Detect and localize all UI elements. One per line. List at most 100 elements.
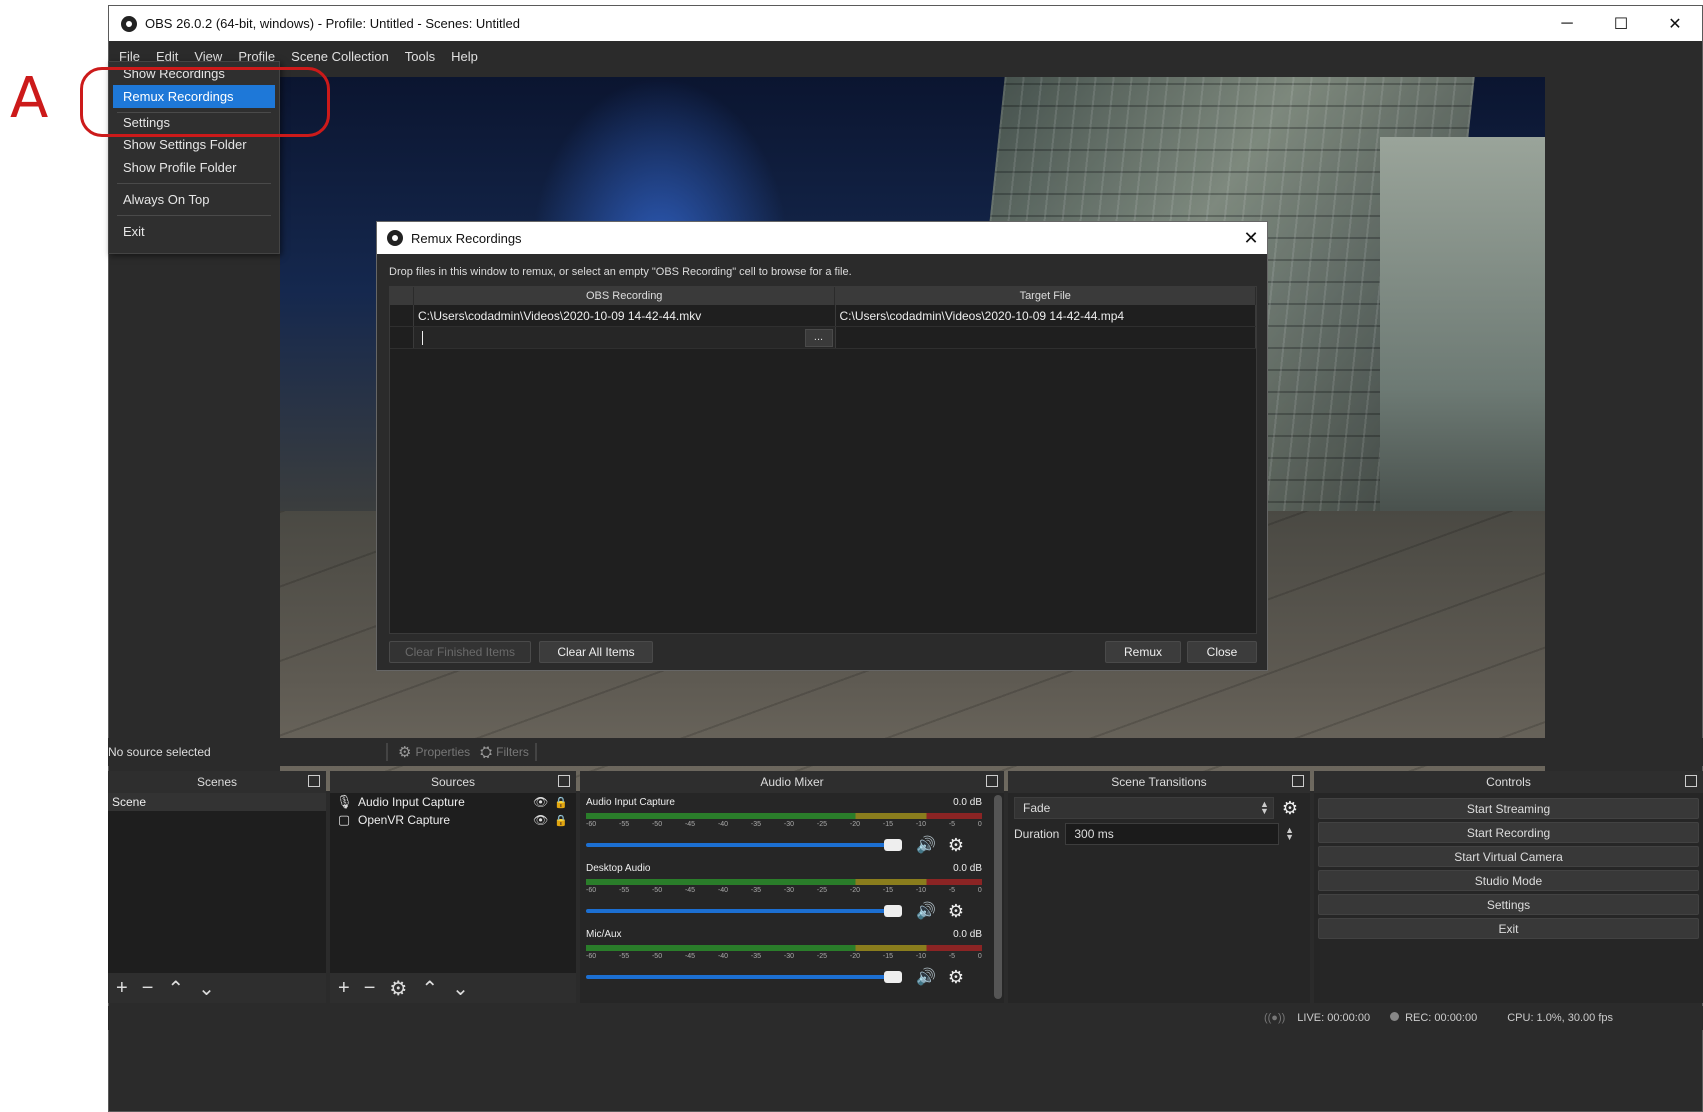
- window-icon: ▢: [337, 812, 351, 827]
- filter-icon: ⛭: [480, 743, 493, 761]
- minimize-button[interactable]: ─: [1540, 6, 1594, 41]
- move-down-icon[interactable]: ⌄: [452, 976, 469, 1001]
- gear-icon[interactable]: ⚙: [948, 835, 964, 856]
- menu-help[interactable]: Help: [443, 49, 486, 64]
- row-status-cell: [390, 305, 414, 326]
- scenes-title: Scenes: [196, 775, 238, 789]
- scene-item[interactable]: Scene: [108, 793, 326, 811]
- volume-slider[interactable]: [586, 905, 902, 917]
- undock-icon[interactable]: [308, 775, 320, 787]
- meter-tick-label: -20: [849, 887, 860, 894]
- gear-icon[interactable]: ⚙: [948, 967, 964, 988]
- source-item[interactable]: ▢ OpenVR Capture 👁 🔒: [330, 811, 576, 829]
- meter-tick-label: -25: [816, 887, 828, 894]
- start-recording-button[interactable]: Start Recording: [1318, 822, 1699, 843]
- add-icon[interactable]: +: [338, 977, 350, 1000]
- undock-icon[interactable]: [1685, 775, 1697, 787]
- menu-item-exit[interactable]: Exit: [109, 220, 279, 243]
- dialog-close-button[interactable]: Close: [1187, 641, 1257, 663]
- browse-button[interactable]: ...: [804, 329, 833, 347]
- volume-slider-handle[interactable]: [884, 905, 902, 917]
- transitions-body: Fade ▲ ▼ ⚙ Duration 300 ms ▲ ▼: [1008, 793, 1310, 1003]
- properties-button[interactable]: ⚙ Properties: [398, 743, 470, 761]
- filters-label: Filters: [496, 745, 529, 759]
- transition-selected-value: Fade: [1023, 801, 1051, 815]
- undock-icon[interactable]: [986, 775, 998, 787]
- menu-tools[interactable]: Tools: [397, 49, 443, 64]
- cell-obs-recording[interactable]: C:\Users\codadmin\Videos\2020-10-09 14-4…: [414, 305, 836, 326]
- speaker-icon[interactable]: 🔊: [916, 835, 936, 855]
- mixer-scrollbar[interactable]: [994, 795, 1002, 999]
- menu-item-show-profile-folder[interactable]: Show Profile Folder: [109, 156, 279, 179]
- meter-ticks: -60 -55 -50 -45 -40 -35 -30 -25 -20 -15 -10 -5 0: [586, 821, 982, 831]
- volume-slider-handle[interactable]: [884, 839, 902, 851]
- speaker-icon[interactable]: 🔊: [916, 967, 936, 987]
- settings-button[interactable]: Settings: [1318, 894, 1699, 915]
- meter-tick-label: -40: [717, 887, 729, 894]
- start-virtual-camera-button[interactable]: Start Virtual Camera: [1318, 846, 1699, 867]
- meter-tick-label: -5: [948, 821, 956, 828]
- move-up-icon[interactable]: ⌃: [167, 976, 184, 1001]
- clear-finished-items-button[interactable]: Clear Finished Items: [389, 641, 531, 663]
- table-row-empty[interactable]: ...: [390, 327, 1257, 349]
- audio-mixer-dock: Audio Mixer Audio Input Capture 0.0 dB -6…: [580, 771, 1004, 1003]
- meter-tick-label: -50: [651, 953, 663, 960]
- gear-icon[interactable]: ⚙: [1282, 798, 1298, 819]
- clear-all-items-button[interactable]: Clear All Items: [539, 641, 653, 663]
- source-item[interactable]: 🎙 Audio Input Capture 👁 🔒: [330, 793, 576, 811]
- remux-hint-text: Drop files in this window to remux, or s…: [389, 266, 852, 278]
- remove-icon[interactable]: −: [142, 977, 154, 1000]
- source-name: OpenVR Capture: [358, 813, 451, 827]
- transitions-dock-header: Scene Transitions: [1008, 771, 1310, 793]
- add-icon[interactable]: +: [116, 977, 128, 1000]
- controls-dock: Controls Start Streaming Start Recording…: [1314, 771, 1703, 1003]
- menu-separator: [117, 215, 271, 216]
- remux-button[interactable]: Remux: [1105, 641, 1181, 663]
- no-source-label: No source selected: [108, 745, 211, 759]
- controls-body: Start Streaming Start Recording Start Vi…: [1314, 793, 1703, 1003]
- close-button[interactable]: ✕: [1648, 6, 1702, 41]
- menu-scene-collection[interactable]: Scene Collection: [283, 49, 397, 64]
- volume-slider-handle[interactable]: [884, 971, 902, 983]
- lock-icon[interactable]: 🔒: [554, 814, 568, 827]
- mixer-title: Audio Mixer: [760, 775, 824, 789]
- table-row[interactable]: C:\Users\codadmin\Videos\2020-10-09 14-4…: [390, 305, 1257, 327]
- mixer-channel: Mic/Aux 0.0 dB -60 -55 -50 -45 -40 -35 -30 -25 -2…: [586, 929, 982, 991]
- duration-spinner-icon[interactable]: ▲ ▼: [1285, 826, 1294, 842]
- visibility-eye-icon[interactable]: 👁: [533, 813, 548, 827]
- header-target-file: Target File: [835, 287, 1256, 305]
- undock-icon[interactable]: [558, 775, 570, 787]
- undock-icon[interactable]: [1292, 775, 1304, 787]
- cell-obs-recording-editor[interactable]: ...: [413, 327, 836, 348]
- remux-dialog-close-icon[interactable]: ✕: [1235, 228, 1267, 249]
- move-up-icon[interactable]: ⌃: [421, 976, 438, 1001]
- channel-name: Audio Input Capture: [586, 797, 675, 808]
- cell-target-file[interactable]: C:\Users\codadmin\Videos\2020-10-09 14-4…: [836, 305, 1257, 326]
- gear-icon[interactable]: ⚙: [948, 901, 964, 922]
- scenes-dock-header: Scenes: [108, 771, 326, 793]
- meter-tick-label: -45: [684, 887, 696, 894]
- maximize-button[interactable]: ☐: [1594, 6, 1648, 41]
- studio-mode-button[interactable]: Studio Mode: [1318, 870, 1699, 891]
- scenes-dock: Scenes Scene + − ⌃ ⌄: [108, 771, 326, 1003]
- volume-slider[interactable]: [586, 971, 902, 983]
- volume-slider[interactable]: [586, 839, 902, 851]
- duration-input[interactable]: 300 ms: [1065, 823, 1280, 845]
- move-down-icon[interactable]: ⌄: [198, 976, 215, 1001]
- controls-dock-header: Controls: [1314, 771, 1703, 793]
- mixer-dock-header: Audio Mixer: [580, 771, 1004, 793]
- lock-icon[interactable]: 🔒: [554, 796, 568, 809]
- start-streaming-button[interactable]: Start Streaming: [1318, 798, 1699, 819]
- meter-tick-label: -60: [586, 821, 597, 828]
- exit-button[interactable]: Exit: [1318, 918, 1699, 939]
- menu-item-always-on-top[interactable]: Always On Top: [109, 188, 279, 211]
- speaker-icon[interactable]: 🔊: [916, 901, 936, 921]
- window-controls: ─ ☐ ✕: [1540, 6, 1702, 41]
- visibility-eye-icon[interactable]: 👁: [533, 795, 548, 809]
- cell-target-file-empty[interactable]: [836, 327, 1257, 348]
- transition-select[interactable]: Fade ▲ ▼: [1014, 797, 1274, 819]
- remove-icon[interactable]: −: [364, 977, 376, 1000]
- gear-icon[interactable]: ⚙: [389, 976, 407, 1001]
- scenes-footer: + − ⌃ ⌄: [108, 973, 326, 1003]
- filters-button[interactable]: ⛭ Filters: [480, 744, 529, 761]
